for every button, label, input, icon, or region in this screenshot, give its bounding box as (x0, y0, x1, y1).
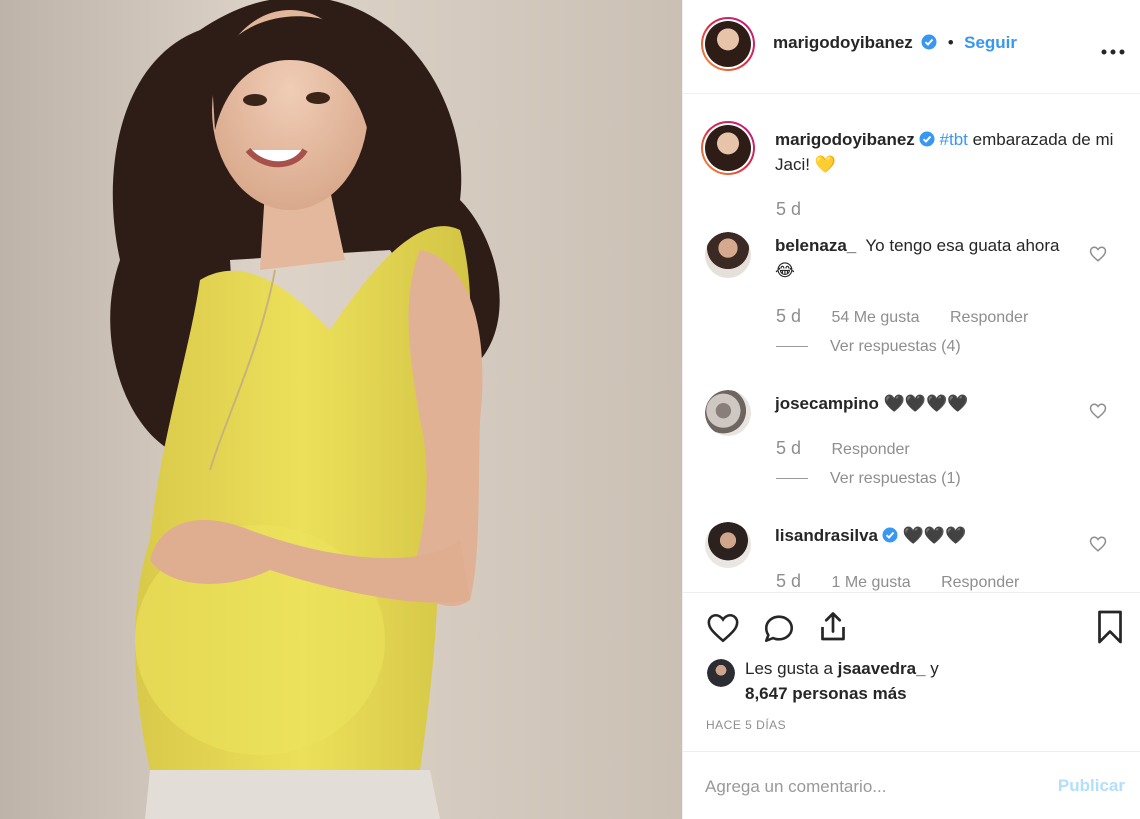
replies-dash (776, 346, 808, 348)
caption-time: 5 d (776, 199, 802, 219)
comment-body: josecampino 🖤🖤🖤🖤 (775, 391, 1075, 416)
caption-hashtag[interactable]: #tbt (940, 130, 968, 149)
publish-button[interactable]: Publicar (1058, 776, 1125, 796)
caption: marigodoyibanez #tbt embarazada de mi Ja… (775, 127, 1115, 177)
post-side-panel: marigodoyibanez • Seguir marigodoyibanez… (682, 0, 1140, 819)
view-replies-button[interactable]: Ver respuestas (1) (776, 470, 961, 488)
likes-middle: y (925, 659, 939, 678)
likes-summary: Les gusta a jsaavedra_ y 8,647 personas … (745, 656, 1045, 706)
verified-badge-icon (882, 527, 898, 543)
post-header: marigodoyibanez • Seguir (683, 0, 1140, 94)
comment-username[interactable]: josecampino (775, 394, 879, 413)
add-comment-bar: Publicar (683, 751, 1140, 819)
reply-button[interactable]: Responder (831, 441, 909, 458)
comment-time: 5 d (776, 306, 802, 326)
comments-list[interactable]: marigodoyibanez #tbt embarazada de mi Ja… (683, 95, 1140, 592)
comment-input[interactable] (705, 772, 1025, 802)
comment-avatar[interactable] (705, 522, 751, 568)
caption-username[interactable]: marigodoyibanez (775, 130, 915, 149)
comment-meta: 5 d 54 Me gusta Responder (776, 306, 1028, 327)
comment-avatar[interactable] (705, 232, 751, 278)
save-bookmark-icon[interactable] (1095, 609, 1125, 645)
comment-text: 🖤🖤🖤🖤 (883, 394, 969, 413)
post-timestamp: HACE 5 DÍAS (706, 718, 787, 732)
view-replies-label: Ver respuestas (4) (830, 338, 961, 355)
liker-avatar[interactable] (707, 659, 735, 687)
comment-time: 5 d (776, 438, 802, 458)
author-avatar[interactable] (701, 17, 755, 71)
comment-meta: 5 d 1 Me gusta Responder (776, 571, 1019, 592)
like-heart-icon[interactable] (705, 611, 741, 645)
comment-time: 5 d (776, 571, 802, 591)
comment-text: 🖤🖤🖤 (902, 526, 967, 545)
comment-like-icon[interactable] (1089, 535, 1107, 553)
view-replies-label: Ver respuestas (1) (830, 470, 961, 487)
comment-username[interactable]: lisandrasilva (775, 526, 878, 545)
follow-button[interactable]: Seguir (964, 33, 1017, 52)
comment-bubble-icon[interactable] (761, 611, 797, 645)
comment-avatar[interactable] (705, 390, 751, 436)
comment-body: belenaza_ Yo tengo esa guata ahora 😂 (775, 233, 1075, 283)
reply-button[interactable]: Responder (950, 309, 1028, 326)
caption-avatar[interactable] (701, 121, 755, 175)
reply-button[interactable]: Responder (941, 574, 1019, 591)
post-photo-illustration (0, 0, 682, 819)
comment-meta: 5 d Responder (776, 438, 910, 459)
comment-username[interactable]: belenaza_ (775, 236, 856, 255)
comment-likes[interactable]: 54 Me gusta (831, 309, 919, 326)
view-replies-button[interactable]: Ver respuestas (4) (776, 338, 961, 356)
likes-count[interactable]: 8,647 personas más (745, 684, 907, 703)
verified-badge-icon (921, 34, 937, 50)
comment-body: lisandrasilva 🖤🖤🖤 (775, 523, 1075, 548)
author-username[interactable]: marigodoyibanez (773, 33, 913, 52)
header-separator: • (947, 33, 954, 52)
share-icon[interactable] (815, 609, 851, 645)
more-options-icon[interactable] (1101, 42, 1125, 55)
comment-likes[interactable]: 1 Me gusta (831, 574, 910, 591)
likes-user[interactable]: jsaavedra_ (838, 659, 926, 678)
comment-like-icon[interactable] (1089, 245, 1107, 263)
verified-badge-icon (919, 131, 935, 147)
comment-like-icon[interactable] (1089, 402, 1107, 420)
likes-prefix: Les gusta a (745, 659, 838, 678)
post-photo[interactable] (0, 0, 682, 819)
post-actions: Les gusta a jsaavedra_ y 8,647 personas … (683, 592, 1140, 819)
replies-dash (776, 478, 808, 480)
